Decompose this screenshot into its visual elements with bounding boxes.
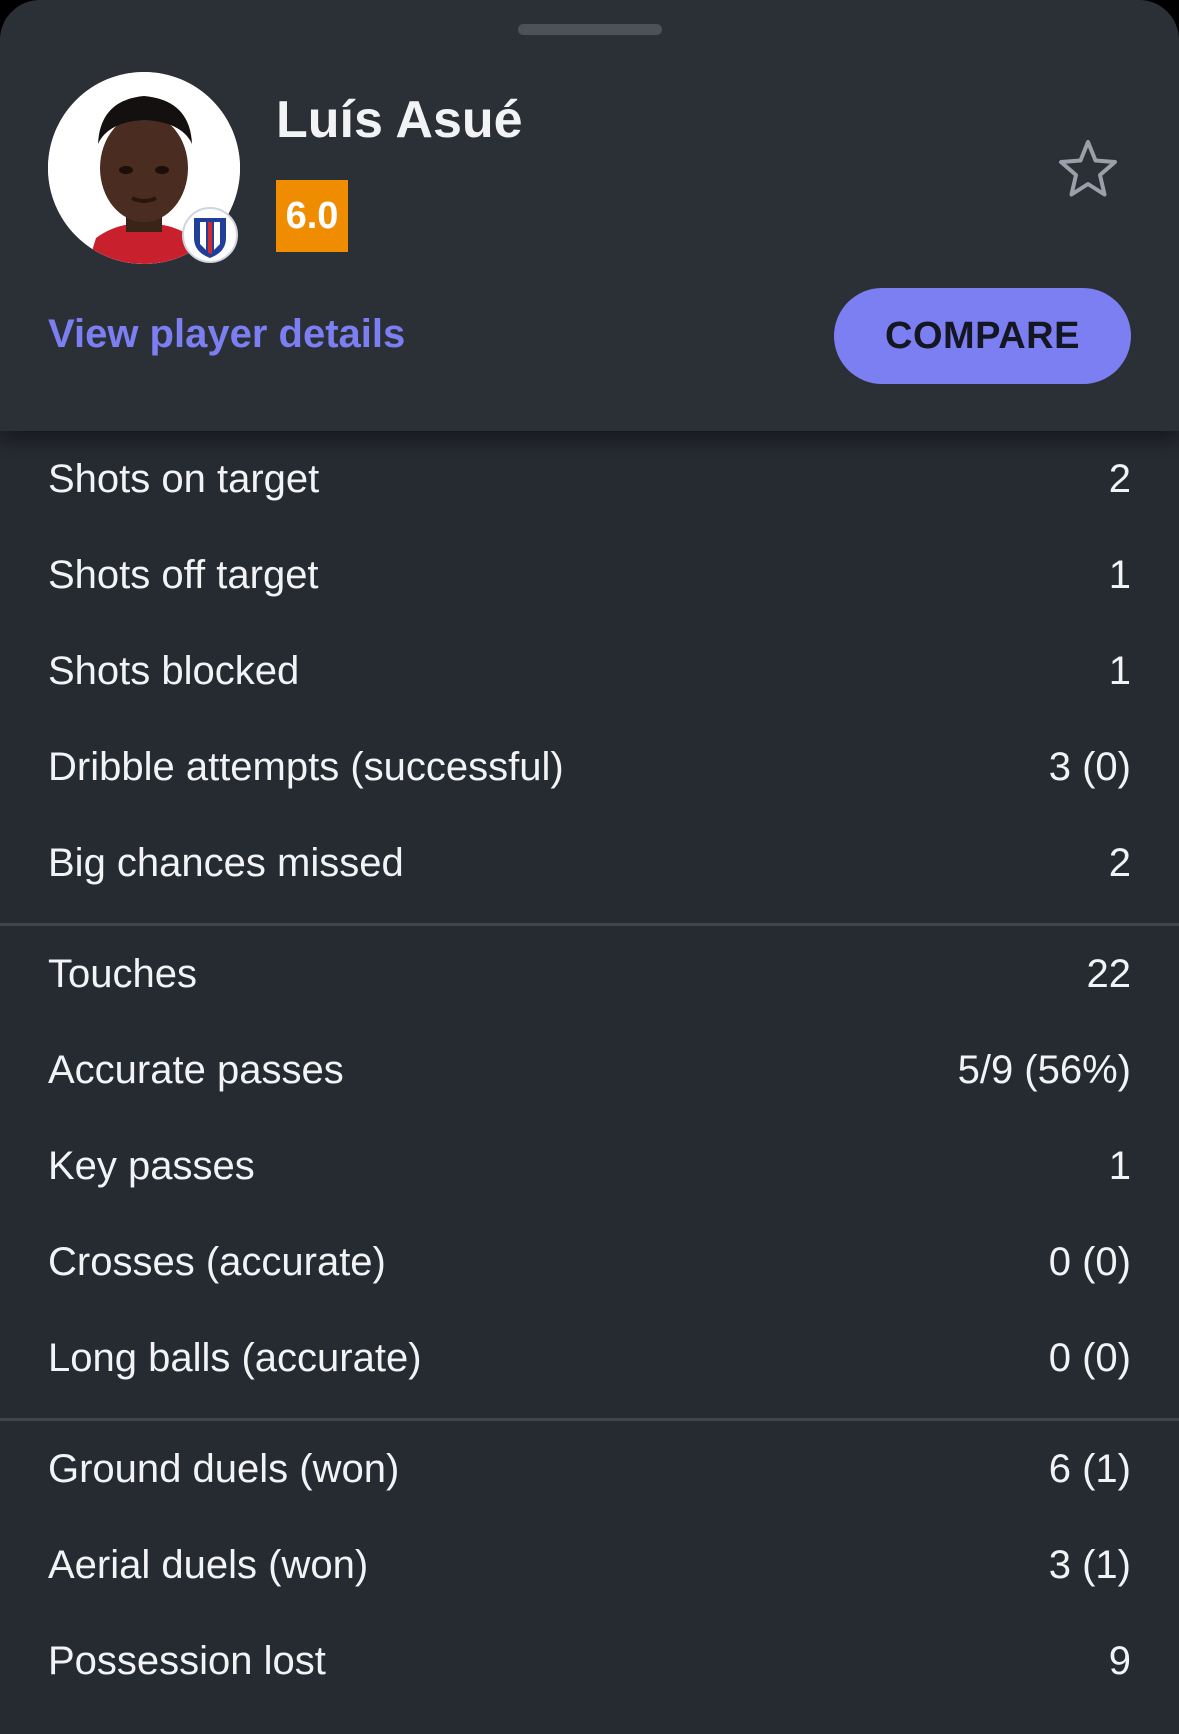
stat-row: Crosses (accurate) 0 (0): [0, 1214, 1179, 1310]
stat-label: Long balls (accurate): [48, 1335, 422, 1380]
stat-row: Shots blocked 1: [0, 623, 1179, 719]
stat-label: Big chances missed: [48, 840, 404, 885]
stat-row: Ground duels (won) 6 (1): [0, 1421, 1179, 1517]
drag-handle[interactable]: [518, 24, 662, 35]
stat-label: Ground duels (won): [48, 1446, 400, 1491]
stat-value: 0 (0): [1048, 1239, 1131, 1284]
stat-label: Accurate passes: [48, 1047, 344, 1092]
stat-value: 9: [1108, 1638, 1131, 1683]
club-crest-icon: [182, 204, 238, 266]
stat-value: 6 (1): [1048, 1446, 1131, 1491]
stat-label: Touches: [48, 951, 197, 996]
player-header: Luís Asué 6.0 View player details COMPAR…: [0, 0, 1179, 431]
stat-value: 2: [1108, 840, 1131, 885]
stat-row: Aerial duels (won) 3 (1): [0, 1517, 1179, 1613]
stat-label: Crosses (accurate): [48, 1239, 386, 1284]
view-player-details-link[interactable]: View player details: [48, 312, 405, 357]
stat-row: Dribble attempts (successful) 3 (0): [0, 719, 1179, 815]
compare-button[interactable]: COMPARE: [834, 288, 1131, 384]
stat-row: Shots on target 2: [0, 431, 1179, 527]
stat-label: Shots on target: [48, 456, 320, 501]
stat-row: Long balls (accurate) 0 (0): [0, 1310, 1179, 1406]
stat-value: 1: [1108, 648, 1131, 693]
stat-value: 5/9 (56%): [957, 1047, 1131, 1092]
stat-row: Possession lost 9: [0, 1613, 1179, 1709]
stat-group-passing: Touches 22 Accurate passes 5/9 (56%) Key…: [0, 926, 1179, 1421]
stat-group-duels: Ground duels (won) 6 (1) Aerial duels (w…: [0, 1421, 1179, 1721]
stat-value: 3 (1): [1048, 1542, 1131, 1587]
stat-row: Accurate passes 5/9 (56%): [0, 1022, 1179, 1118]
stat-value: 22: [1086, 951, 1132, 996]
stat-value: 1: [1108, 1143, 1131, 1188]
stat-label: Aerial duels (won): [48, 1542, 369, 1587]
stat-value: 2: [1108, 456, 1131, 501]
favorite-star-icon[interactable]: [1052, 134, 1124, 206]
stat-value: 3 (0): [1048, 744, 1131, 789]
stat-row: Key passes 1: [0, 1118, 1179, 1214]
stat-label: Possession lost: [48, 1638, 326, 1683]
stat-row: Big chances missed 2: [0, 815, 1179, 911]
stat-value: 1: [1108, 552, 1131, 597]
stat-label: Shots off target: [48, 552, 319, 597]
rating-badge: 6.0: [276, 180, 348, 252]
stat-row: Touches 22: [0, 926, 1179, 1022]
stats-list: Shots on target 2 Shots off target 1 Sho…: [0, 431, 1179, 1721]
player-stats-sheet: Luís Asué 6.0 View player details COMPAR…: [0, 0, 1179, 1734]
stat-label: Key passes: [48, 1143, 255, 1188]
stat-label: Shots blocked: [48, 648, 300, 693]
stat-value: 0 (0): [1048, 1335, 1131, 1380]
stat-row: Shots off target 1: [0, 527, 1179, 623]
stat-label: Dribble attempts (successful): [48, 744, 564, 789]
stat-group-attack: Shots on target 2 Shots off target 1 Sho…: [0, 431, 1179, 926]
player-name: Luís Asué: [276, 91, 523, 149]
